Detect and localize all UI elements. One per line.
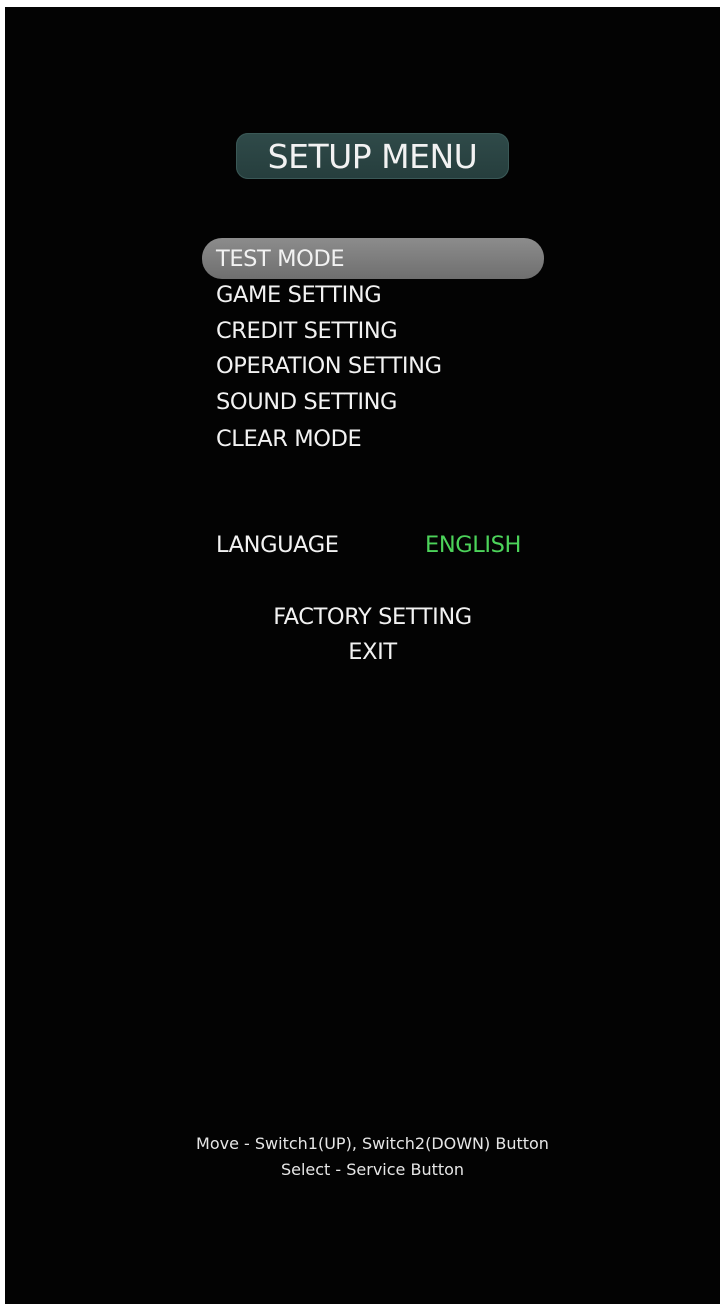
help-move-text: Move - Switch1(UP), Switch2(DOWN) Button [196, 1134, 549, 1153]
exit-item[interactable]: EXIT [5, 641, 722, 664]
factory-setting-item[interactable]: FACTORY SETTING [5, 606, 722, 629]
page-title: SETUP MENU [267, 136, 478, 176]
help-select-text: Select - Service Button [280, 1160, 465, 1179]
menu-item-operation-setting[interactable]: OPERATION SETTING [216, 355, 442, 378]
menu-item-sound-setting[interactable]: SOUND SETTING [216, 391, 397, 414]
menu-item-game-setting[interactable]: GAME SETTING [216, 284, 382, 307]
menu-item-credit-setting[interactable]: CREDIT SETTING [216, 320, 398, 343]
setup-screen: SETUP MENU TEST MODE GAME SETTING CREDIT… [5, 7, 720, 1304]
language-value[interactable]: ENGLISH [425, 534, 521, 557]
title-banner: SETUP MENU [236, 133, 509, 179]
language-label[interactable]: LANGUAGE [216, 534, 339, 557]
menu-item-clear-mode[interactable]: CLEAR MODE [216, 428, 362, 451]
menu-item-test-mode[interactable]: TEST MODE [216, 248, 345, 271]
